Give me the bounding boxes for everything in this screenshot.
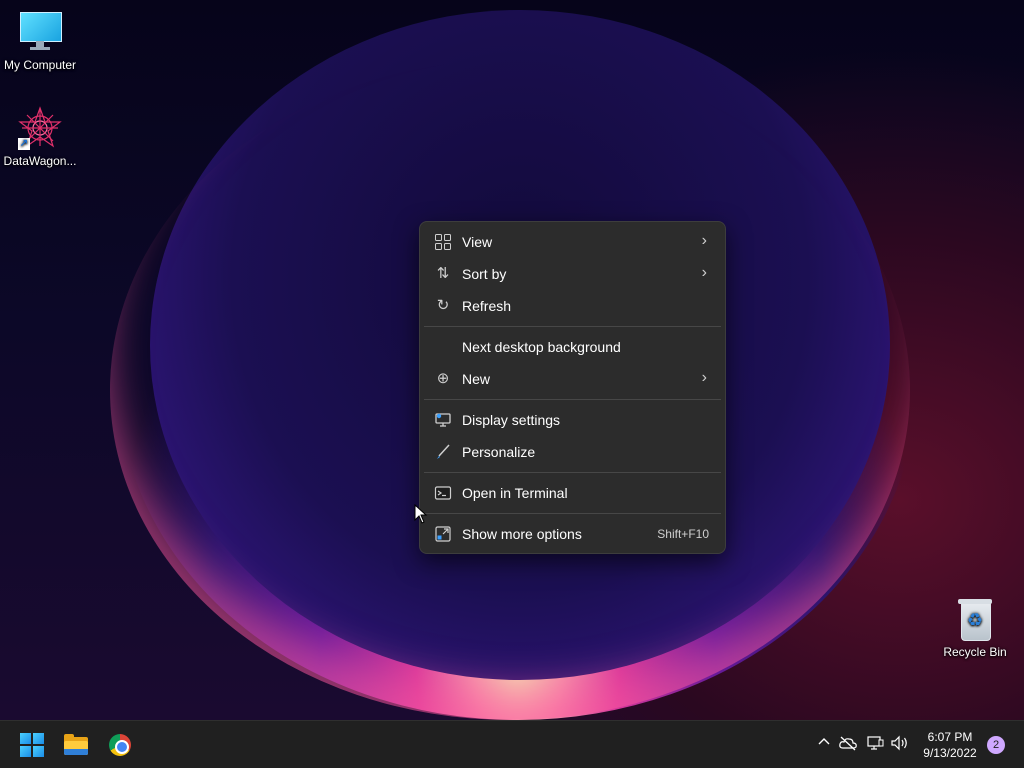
- menu-separator: [424, 326, 721, 327]
- volume-icon[interactable]: [890, 735, 910, 755]
- menu-item-label: View: [462, 234, 493, 250]
- chevron-right-icon: ›: [701, 232, 707, 249]
- onedrive-offline-icon[interactable]: [838, 735, 858, 755]
- menu-item-label: Next desktop background: [462, 339, 621, 355]
- menu-item-label: Display settings: [462, 412, 561, 428]
- desktop-icon-label: My Computer: [3, 58, 77, 72]
- datawagon-app-icon: ↗: [18, 106, 62, 150]
- desktop-icon-recycle-bin[interactable]: ♻ Recycle Bin: [935, 597, 1015, 659]
- more-options-icon: [434, 525, 452, 543]
- notification-badge[interactable]: 2: [987, 736, 1005, 754]
- menu-item-label: Open in Terminal: [462, 485, 568, 501]
- file-explorer-button[interactable]: [60, 729, 92, 761]
- menu-item-label: Sort by: [462, 266, 507, 282]
- system-clock[interactable]: 6:07 PM 9/13/2022: [915, 729, 985, 761]
- desktop-context-menu: View › ⇅ Sort by › ↻ Refresh Next deskto…: [419, 221, 726, 554]
- menu-item-view[interactable]: View ›: [424, 227, 721, 257]
- menu-separator: [424, 513, 721, 514]
- chrome-center: [115, 740, 129, 754]
- plus-circle-icon: ⊕: [436, 370, 450, 387]
- brush-icon: [434, 443, 452, 461]
- display-settings-icon: [434, 411, 452, 429]
- terminal-icon: [434, 484, 452, 502]
- shortcut-arrow-icon: ↗: [18, 138, 30, 150]
- menu-item-personalize[interactable]: Personalize: [424, 437, 721, 467]
- menu-item-label: Refresh: [462, 298, 512, 314]
- mouse-cursor-icon: [414, 504, 428, 524]
- desktop-icon-my-computer[interactable]: My Computer: [0, 10, 80, 72]
- desktop-icon-datawagon[interactable]: ↗ DataWagon...: [0, 106, 80, 168]
- windows-start-icon: [20, 733, 44, 757]
- clock-date: 9/13/2022: [923, 746, 977, 760]
- menu-item-open-terminal[interactable]: Open in Terminal: [424, 478, 721, 508]
- chevron-right-icon: ›: [701, 369, 707, 386]
- menu-separator: [424, 399, 721, 400]
- menu-item-show-more-options[interactable]: Show more options Shift+F10: [424, 519, 721, 549]
- menu-item-refresh[interactable]: ↻ Refresh: [424, 291, 721, 321]
- taskbar: 6:07 PM 9/13/2022 2: [0, 720, 1024, 768]
- desktop-icon-label: DataWagon...: [3, 154, 77, 168]
- chrome-button[interactable]: [104, 729, 136, 761]
- network-icon[interactable]: [865, 735, 885, 755]
- start-button[interactable]: [16, 729, 48, 761]
- menu-item-shortcut: Shift+F10: [657, 527, 709, 541]
- refresh-icon: ↻: [436, 297, 450, 314]
- chevron-up-icon[interactable]: [814, 735, 834, 755]
- recycle-bin-icon: ♻: [953, 597, 997, 641]
- menu-item-label: Show more options: [462, 526, 582, 542]
- menu-item-label: New: [462, 371, 491, 387]
- menu-item-next-background[interactable]: Next desktop background: [424, 332, 721, 362]
- desktop-icon-label: Recycle Bin: [943, 645, 1007, 659]
- clock-time: 6:07 PM: [927, 730, 973, 744]
- menu-separator: [424, 472, 721, 473]
- view-grid-icon: [434, 233, 452, 251]
- menu-item-new[interactable]: ⊕ New ›: [424, 364, 721, 394]
- chevron-right-icon: ›: [701, 264, 707, 281]
- monitor-icon: [18, 10, 62, 54]
- menu-item-label: Personalize: [462, 444, 536, 460]
- sort-icon: ⇅: [436, 265, 450, 282]
- menu-item-display-settings[interactable]: Display settings: [424, 405, 721, 435]
- menu-item-sort-by[interactable]: ⇅ Sort by ›: [424, 259, 721, 289]
